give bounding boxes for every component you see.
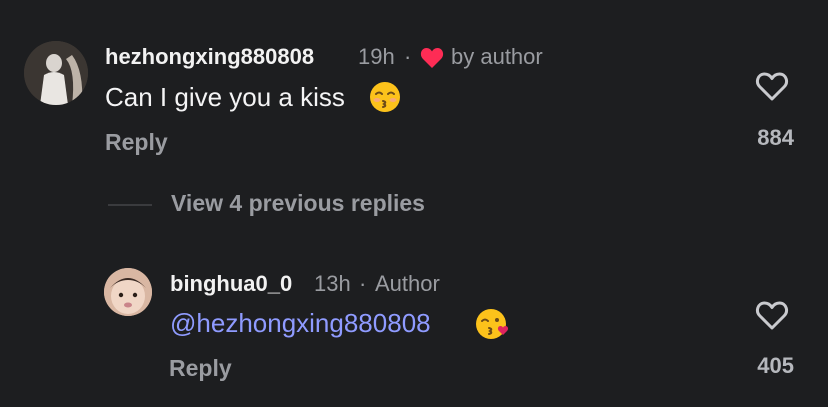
reply-button[interactable]: Reply bbox=[105, 129, 168, 156]
mention-link[interactable]: @hezhongxing880808 bbox=[170, 308, 431, 339]
avatar[interactable] bbox=[24, 41, 88, 105]
meta-separator: · bbox=[404, 44, 412, 69]
reply-button[interactable]: Reply bbox=[169, 355, 232, 382]
comment-time: 19h bbox=[358, 44, 395, 69]
view-previous-replies-button[interactable]: View 4 previous replies bbox=[171, 190, 425, 217]
heart-filled-icon bbox=[420, 47, 444, 69]
avatar-image bbox=[104, 268, 152, 316]
like-count: 405 bbox=[757, 353, 794, 378]
heart-outline-icon[interactable] bbox=[755, 71, 789, 103]
kissing-face-icon bbox=[368, 80, 402, 114]
comment-username[interactable]: hezhongxing880808 bbox=[105, 44, 314, 70]
face-blowing-kiss-icon bbox=[474, 306, 510, 342]
replies-divider bbox=[108, 204, 152, 206]
heart-outline-icon[interactable] bbox=[755, 300, 789, 332]
like-count: 884 bbox=[757, 125, 794, 150]
meta-separator: · bbox=[359, 271, 367, 296]
avatar-image bbox=[24, 41, 88, 105]
comment-text: Can I give you a kiss bbox=[105, 82, 345, 112]
liked-by-author-label: by author bbox=[451, 44, 543, 69]
reply-time: 13h bbox=[314, 271, 351, 296]
comments-screen: hezhongxing880808 19h · by author Can I … bbox=[0, 0, 828, 407]
author-badge: Author bbox=[375, 271, 440, 296]
avatar[interactable] bbox=[104, 268, 152, 316]
reply-username[interactable]: binghua0_0 bbox=[170, 271, 292, 297]
